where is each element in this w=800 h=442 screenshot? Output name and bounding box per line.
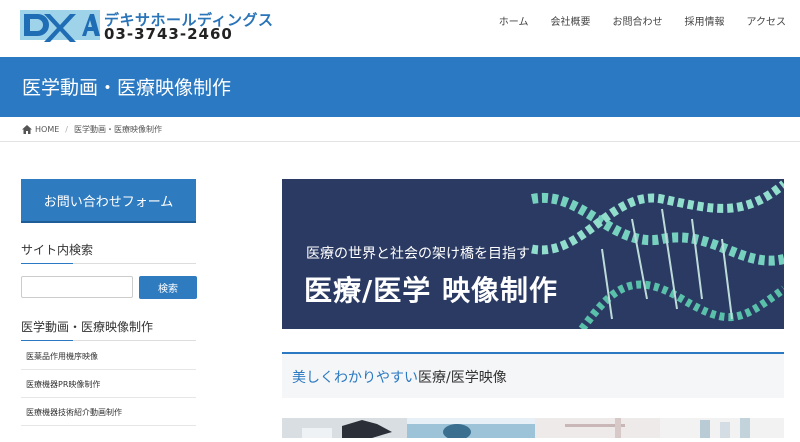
divider-accent <box>21 340 73 341</box>
search-input[interactable] <box>21 276 133 298</box>
divider <box>21 425 196 426</box>
divider-accent <box>21 263 73 264</box>
breadcrumb-current: 医学動画・医療映像制作 <box>73 125 162 134</box>
nav-home[interactable]: ホーム <box>499 13 529 28</box>
site-header: デキサホールディングス 03-3743-2460 ホーム 会社概要 お問合わせ … <box>0 0 800 57</box>
page-title-band: 医学動画・医療映像制作 <box>0 57 800 117</box>
banner-title: 医療/医学 映像制作 <box>304 274 558 307</box>
phone-number: 03-3743-2460 <box>104 25 233 43</box>
photo-thumbnail <box>535 418 660 438</box>
menu-heading: 医学動画・医療映像制作 <box>21 320 154 334</box>
nav-access[interactable]: アクセス <box>747 13 787 28</box>
divider <box>21 397 196 398</box>
photo-thumbnail <box>660 418 784 438</box>
section-heading-box: 美しくわかりやすい医療/医学映像 <box>282 352 784 398</box>
main-nav: ホーム 会社概要 お問合わせ 採用情報 アクセス <box>477 13 786 28</box>
breadcrumb: HOME / 医学動画・医療映像制作 <box>22 124 162 135</box>
breadcrumb-home[interactable]: HOME <box>35 125 59 134</box>
photo-thumbnail <box>407 418 535 440</box>
page-title: 医学動画・医療映像制作 <box>22 77 232 99</box>
nav-company[interactable]: 会社概要 <box>551 13 591 28</box>
menu-item-device-pr[interactable]: 医療機器PR映像制作 <box>26 379 100 390</box>
breadcrumb-separator: / <box>65 125 68 134</box>
contact-form-button[interactable]: お問い合わせフォーム <box>21 179 196 223</box>
section-title-accent: 美しくわかりやすい <box>292 370 418 386</box>
section-title: 美しくわかりやすい医療/医学映像 <box>292 367 507 387</box>
menu-item-moa-video[interactable]: 医薬品作用機序映像 <box>26 351 98 362</box>
divider <box>21 369 196 370</box>
nav-recruit[interactable]: 採用情報 <box>685 13 725 28</box>
nav-contact[interactable]: お問合わせ <box>613 13 663 28</box>
company-logo[interactable] <box>20 8 100 42</box>
hero-banner: 医療の世界と社会の架け橋を目指す 医療/医学 映像制作 <box>282 179 784 329</box>
divider <box>0 141 800 142</box>
banner-subtitle: 医療の世界と社会の架け橋を目指す <box>306 246 530 262</box>
search-button[interactable]: 検索 <box>139 276 197 299</box>
photo-thumbnail <box>282 418 407 438</box>
menu-item-device-tech[interactable]: 医療機器技術紹介動画制作 <box>26 407 122 418</box>
home-icon <box>22 125 32 134</box>
search-heading: サイト内検索 <box>21 243 94 257</box>
section-title-rest: 医療/医学映像 <box>418 370 507 386</box>
